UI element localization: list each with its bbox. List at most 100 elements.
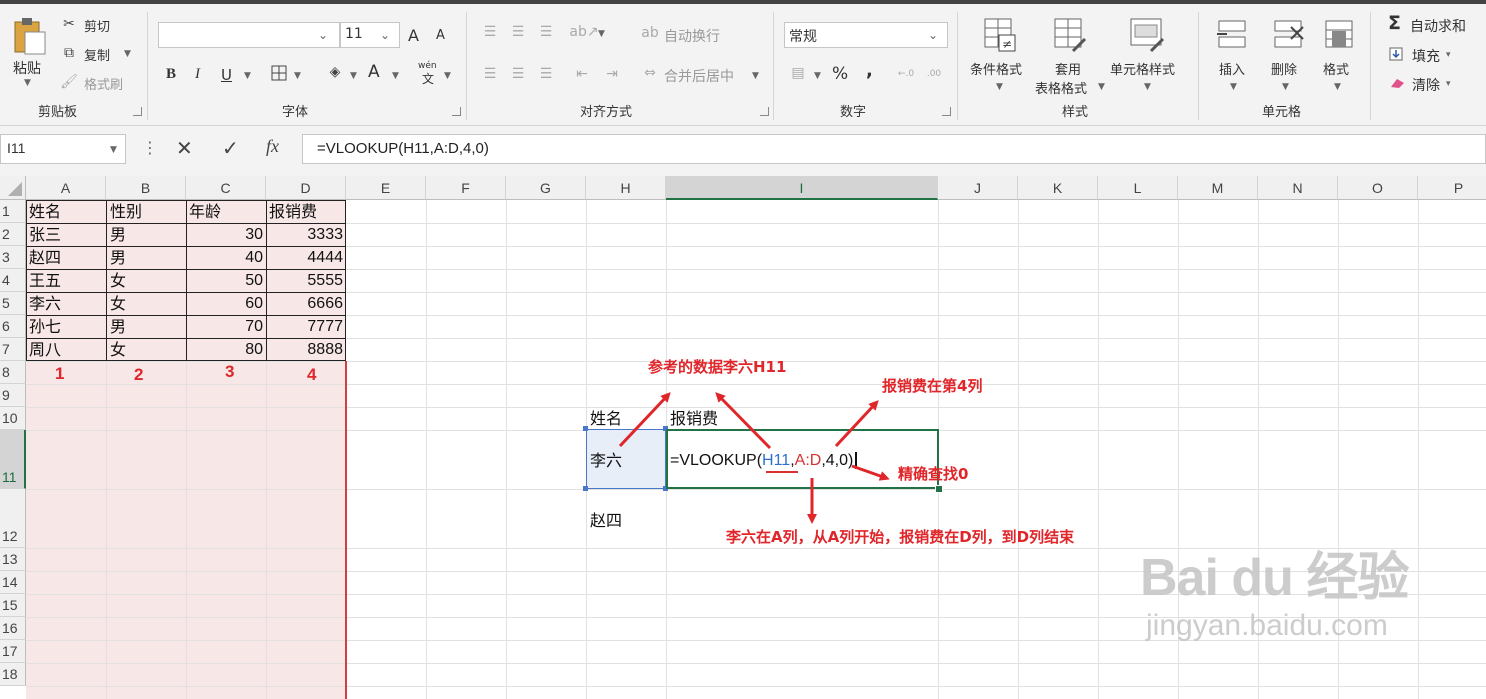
styles-group-label: 样式 [1062,105,1089,120]
chevron-down-icon[interactable]: ▼ [598,29,605,39]
merge-center-button[interactable]: 合并后居中 [664,66,734,86]
worksheet-grid[interactable]: A B C D E F G H I J K L M N O P 1 2 3 4 … [0,176,1486,699]
chevron-down-icon[interactable]: ▼ [814,71,821,81]
chevron-down-icon[interactable]: ▼ [1334,82,1341,92]
autosum-button[interactable]: 自动求和 [1410,16,1466,36]
dialog-launcher-icon[interactable] [942,107,951,116]
chevron-down-icon[interactable]: ▾ [1446,50,1451,60]
format-painter-button[interactable]: 格式刷 [84,74,123,93]
chevron-down-icon[interactable]: ▼ [24,78,31,88]
cell-styles-icon [1128,16,1166,54]
number-group-label: 数字 [840,105,867,120]
chevron-down-icon[interactable]: ▼ [752,71,759,81]
delete-button[interactable]: 删除 [1271,59,1297,78]
cell-styles-button[interactable]: 单元格样式 [1110,59,1175,78]
format-as-table-icon [1052,16,1088,54]
clipboard-group-label: 剪贴板 [38,105,78,120]
grow-font-button[interactable]: A [408,26,419,45]
chevron-down-icon[interactable]: ▼ [350,71,357,81]
chevron-down-icon[interactable]: ▼ [124,49,131,59]
font-group-label: 字体 [282,105,309,120]
copy-button[interactable]: 复制 [84,45,110,64]
bold-button[interactable]: B [166,66,176,83]
conditional-format-button[interactable]: 条件格式 [970,59,1022,78]
chevron-down-icon[interactable]: ▼ [1282,82,1289,92]
chevron-down-icon[interactable]: ▼ [392,71,399,81]
enter-icon[interactable]: ✓ [222,136,239,160]
align-middle-icon[interactable]: ☰ [508,24,528,40]
dialog-launcher-icon[interactable] [452,107,461,116]
fill-button[interactable]: 填充 [1412,46,1440,66]
chevron-down-icon[interactable]: ▼ [244,71,251,81]
dialog-launcher-icon[interactable] [760,107,769,116]
chevron-down-icon[interactable]: ⌄ [318,28,328,42]
eraser-icon [1388,75,1406,91]
decrease-indent-icon[interactable]: ⇤ [572,66,592,82]
format-cells-icon [1321,16,1357,54]
clear-button[interactable]: 清除 [1412,75,1440,95]
chevron-down-icon[interactable]: ▼ [1098,82,1105,92]
chevron-down-icon[interactable]: ▾ [1446,79,1451,89]
chevron-down-icon[interactable]: ⌄ [928,28,938,42]
align-right-icon[interactable]: ☰ [536,66,556,82]
format-as-table-line1[interactable]: 套用 [1055,59,1081,78]
chevron-down-icon[interactable]: ▼ [1144,82,1151,92]
dialog-launcher-icon[interactable] [133,107,142,116]
baidu-watermark: Bai du 经验 jingyan.baidu.com [1140,548,1480,688]
number-format-select[interactable]: 常规 [784,22,948,48]
italic-button[interactable]: I [195,66,200,83]
chevron-down-icon[interactable]: ▼ [996,82,1003,92]
formula-bar: I11 ▼ ⋮ ✕ ✓ fx =VLOOKUP(H11,A:D,4,0) [0,126,1486,176]
percent-button[interactable]: % [832,64,848,84]
insert-function-icon[interactable]: fx [266,136,279,157]
copy-icon: ⧉ [64,45,74,61]
phonetic-char: 文 [422,72,435,86]
formula-input[interactable]: =VLOOKUP(H11,A:D,4,0) [302,134,1486,164]
insert-button[interactable]: 插入 [1219,59,1245,78]
chevron-down-icon[interactable]: ▼ [110,145,117,155]
wrap-text-button[interactable]: 自动换行 [664,26,720,46]
cells-group-label: 单元格 [1262,105,1302,120]
borders-icon[interactable] [270,64,288,82]
chevron-down-icon[interactable]: ▼ [444,71,451,81]
wrap-text-icon: ab [641,25,659,41]
decrease-decimal-icon[interactable]: .00 [922,64,946,84]
cancel-icon[interactable]: ✕ [176,136,193,160]
sigma-icon: Σ [1388,12,1401,34]
svg-text:≠: ≠ [1002,37,1012,51]
format-painter-icon: 🖌 [60,74,78,90]
scissors-icon: ✂ [63,16,75,32]
name-box[interactable]: I11 [0,134,126,164]
underline-button[interactable]: U [221,66,232,84]
comma-button[interactable]: , [866,60,873,81]
font-size-select[interactable]: 11 [340,22,400,48]
watermark-brand: Bai du 经验 [1140,549,1409,607]
format-as-table-button[interactable]: 表格格式 [1035,78,1087,97]
shrink-font-button[interactable]: A [436,28,445,43]
watermark-url: jingyan.baidu.com [1146,609,1388,642]
font-name-select[interactable] [158,22,340,48]
format-button[interactable]: 格式 [1323,59,1349,78]
fill-color-icon[interactable]: ◈ [325,62,345,82]
more-options-icon: ⋮ [142,138,158,157]
chevron-down-icon[interactable]: ▼ [294,71,301,81]
fill-down-icon [1388,46,1404,62]
chevron-down-icon[interactable]: ▼ [1230,82,1237,92]
align-left-icon[interactable]: ☰ [480,66,500,82]
cut-button[interactable]: 剪切 [84,16,110,35]
ribbon: 粘贴 ▼ ✂ 剪切 ⧉ 复制 ▼ 🖌 格式刷 剪贴板 ⌄ 11 ⌄ A A B … [0,0,1486,126]
merge-center-icon: ⇔ [644,65,656,81]
orientation-icon[interactable]: ab↗ [569,24,598,40]
alignment-group-label: 对齐方式 [580,105,633,120]
increase-indent-icon[interactable]: ⇥ [602,66,622,82]
paste-icon[interactable] [12,16,48,56]
align-center-icon[interactable]: ☰ [508,66,528,82]
align-top-icon[interactable]: ☰ [480,24,500,40]
delete-cells-icon [1270,16,1306,54]
accounting-icon[interactable]: ▤ [788,64,808,82]
increase-decimal-icon[interactable]: ←.0 [894,64,918,84]
chevron-down-icon[interactable]: ⌄ [380,28,390,42]
font-color-button[interactable]: A [368,62,380,82]
align-bottom-icon[interactable]: ☰ [536,24,556,40]
paste-button[interactable]: 粘贴 [13,58,41,78]
